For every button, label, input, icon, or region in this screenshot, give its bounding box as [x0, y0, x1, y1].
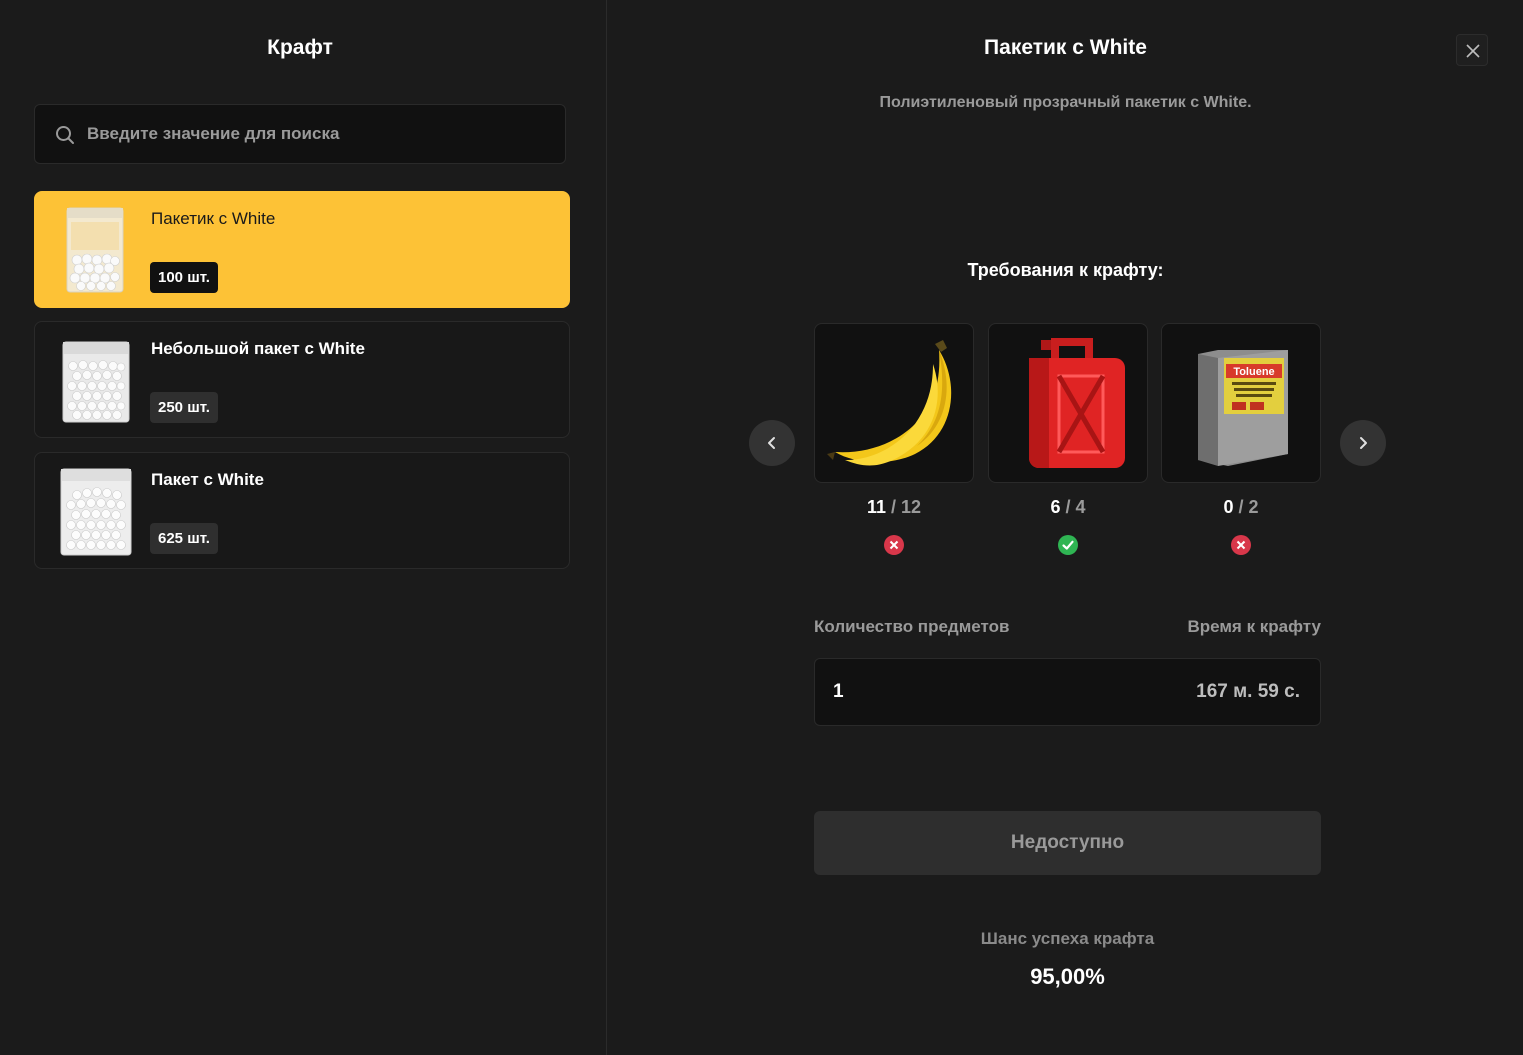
quantity-label: Количество предметов — [814, 617, 1010, 636]
pill-bag-icon — [60, 468, 132, 556]
pill-bag-icon — [66, 207, 124, 293]
craft-item-paketik[interactable]: Пакетик с White 100 шт. — [34, 191, 570, 308]
detail-title: Пакетик с White — [984, 36, 1147, 59]
search-icon — [56, 126, 74, 144]
requirements-title: Требования к крафту: — [967, 260, 1164, 280]
craft-list-panel: Крафт Пакетик с White 100 шт. — [0, 0, 607, 1055]
search-box[interactable] — [34, 104, 566, 164]
toluene-icon: Toluene — [1198, 350, 1288, 466]
requirement-count: 6 / 4 — [988, 497, 1148, 518]
requirement-count: 11 / 12 — [814, 497, 974, 518]
requirement-need: / 12 — [891, 497, 922, 517]
craft-time-value: 167 м. 59 с. — [1196, 681, 1300, 702]
prev-button[interactable] — [749, 420, 795, 466]
item-count-badge: 625 шт. — [150, 523, 218, 554]
item-count-badge: 250 шт. — [150, 392, 218, 423]
craft-button[interactable]: Недоступно — [814, 811, 1321, 875]
craft-time-label: Время к крафту — [1187, 617, 1321, 636]
panel-title: Крафт — [267, 36, 333, 59]
requirement-have: 6 — [1050, 497, 1061, 517]
craft-detail-panel: Пакетик с White Полиэтиленовый прозрачны… — [608, 0, 1523, 1055]
item-description: Полиэтиленовый прозрачный пакетик с Whit… — [879, 94, 1252, 111]
requirement-card-toluene: Toluene — [1161, 323, 1321, 483]
requirement-need: / 4 — [1065, 497, 1086, 517]
requirement-count: 0 / 2 — [1161, 497, 1321, 518]
status-ok-icon — [1058, 535, 1078, 555]
quantity-input[interactable] — [833, 659, 1033, 725]
banana-icon — [827, 340, 952, 466]
requirement-have: 11 — [866, 497, 886, 517]
success-chance-value: 95,00% — [1030, 964, 1105, 989]
requirement-have: 0 — [1223, 497, 1234, 517]
success-chance-label: Шанс успеха крафта — [980, 929, 1155, 948]
status-fail-icon — [884, 535, 904, 555]
close-button[interactable] — [1456, 34, 1488, 66]
craft-item-small-bag[interactable]: Небольшой пакет с White 250 шт. — [34, 321, 570, 438]
item-name: Небольшой пакет с White — [151, 339, 365, 358]
item-name: Пакет с White — [151, 470, 264, 489]
requirement-card-jerrycan — [988, 323, 1148, 483]
quantity-box: 167 м. 59 с. — [814, 658, 1321, 726]
next-button[interactable] — [1340, 420, 1386, 466]
toluene-label: Toluene — [1233, 366, 1274, 378]
pill-bag-icon — [62, 341, 130, 423]
jerrycan-icon — [1029, 338, 1125, 468]
search-input[interactable] — [87, 105, 547, 163]
chevron-right-icon — [1360, 437, 1367, 449]
close-icon — [1466, 44, 1480, 58]
requirement-need: / 2 — [1238, 497, 1259, 517]
item-count-badge: 100 шт. — [150, 262, 218, 293]
craft-item-bag[interactable]: Пакет с White 625 шт. — [34, 452, 570, 569]
status-fail-icon — [1231, 535, 1251, 555]
chevron-left-icon — [768, 437, 775, 449]
item-name: Пакетик с White — [151, 209, 276, 228]
requirement-card-banana — [814, 323, 974, 483]
